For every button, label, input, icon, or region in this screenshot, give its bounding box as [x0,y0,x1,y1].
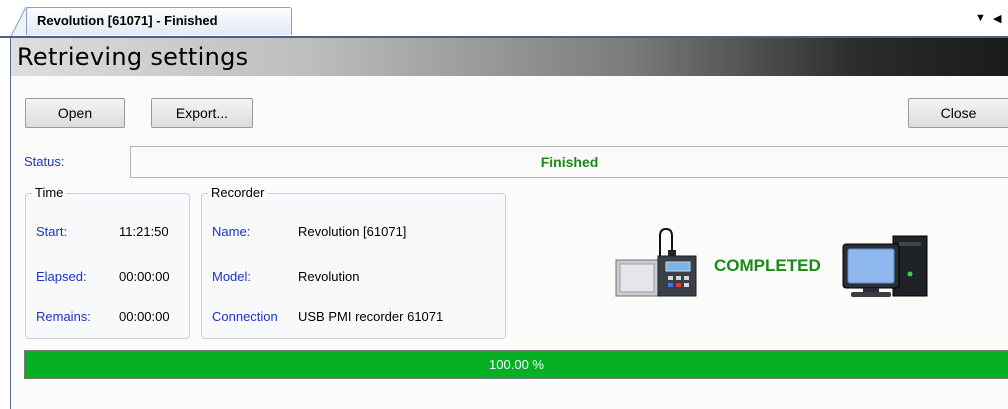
remains-label: Remains: [36,309,91,324]
recorder-device-icon [615,228,697,297]
page-title: Retrieving settings [17,43,249,71]
computer-icon [842,235,928,297]
transfer-status-text: COMPLETED [714,256,821,275]
connection-label: Connection [212,309,278,324]
tab-strip: Revolution [61071] - Finished ▼ ◀ [0,0,1008,38]
recorder-group: Recorder Name: Revolution [61071] Model:… [201,185,506,339]
start-label: Start: [36,224,68,239]
recorder-group-title: Recorder [208,185,268,200]
elapsed-value: 00:00:00 [119,269,170,284]
connection-value: USB PMI recorder 61071 [298,309,444,324]
time-group-title: Time [32,185,67,200]
close-button[interactable]: Close [908,98,1008,128]
tab-scroll-left-icon[interactable]: ◀ [993,12,1001,25]
model-label: Model: [212,269,252,284]
name-value: Revolution [61071] [298,224,407,239]
time-group: Time Start: 11:21:50 Elapsed: 00:00:00 R… [25,185,190,339]
status-label: Status: [24,154,65,169]
progress-label: 100.00 % [489,357,544,372]
start-value: 11:21:50 [119,224,169,239]
export-button[interactable]: Export... [151,98,253,128]
name-label: Name: [212,224,251,239]
remains-value: 00:00:00 [119,309,170,324]
model-value: Revolution [298,269,360,284]
status-value: Finished [540,154,599,170]
elapsed-label: Elapsed: [36,269,87,284]
progress-bar: 100.00 % [24,350,1008,379]
open-button[interactable]: Open [25,98,125,128]
tab-revolution[interactable]: Revolution [61071] - Finished [26,7,292,35]
header-banner: Retrieving settings [11,38,1008,76]
main-panel: Retrieving settings Open Export... Close… [10,38,1008,409]
status-field: Finished [130,146,1008,178]
tab-dropdown-icon[interactable]: ▼ [975,12,986,24]
